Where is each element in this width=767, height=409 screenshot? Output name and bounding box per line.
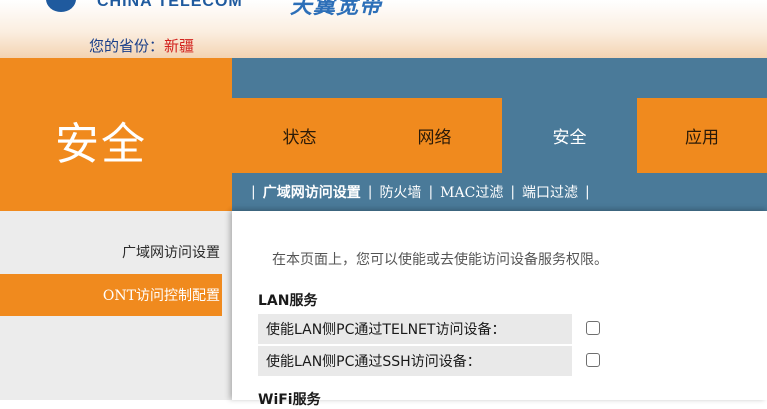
tab-label: 状态 — [282, 128, 317, 148]
tab-label: 安全 — [552, 128, 587, 148]
brand-name-chinese: 天翼宽带 — [290, 0, 383, 19]
telnet-option-label: 使能LAN侧PC通过TELNET访问设备： — [258, 314, 572, 344]
sub-navigation: | 广域网访问设置 | 防火墙 | MAC过滤 | 端口过滤 | — [232, 173, 767, 211]
tab-label: 网络 — [417, 128, 452, 148]
tab-label: 应用 — [685, 128, 719, 148]
ssh-option-row: 使能LAN侧PC通过SSH访问设备： — [258, 346, 734, 376]
china-telecom-logo-icon — [46, 0, 76, 12]
nav-top-band — [232, 58, 767, 98]
wifi-service-heading: WiFi服务 — [258, 392, 321, 408]
side-item-wan-access[interactable]: 广域网访问设置 — [0, 231, 222, 273]
tab-security[interactable]: 安全 — [502, 98, 637, 173]
side-item-label: 广域网访问设置 — [122, 245, 220, 261]
subnav-separator: | — [428, 184, 434, 200]
subnav-separator: | — [510, 184, 516, 200]
subnav-wan-access[interactable]: 广域网访问设置 — [263, 182, 361, 202]
subnav-port-filter[interactable]: 端口过滤 — [522, 182, 578, 202]
side-menu: 广域网访问设置 ONT访问控制配置 — [0, 211, 232, 400]
brand-name-english: CHINA TELECOM — [97, 0, 243, 10]
tab-application[interactable]: 应用 — [637, 98, 767, 173]
subnav-mac-filter[interactable]: MAC过滤 — [440, 182, 503, 202]
lan-service-heading: LAN服务 — [258, 293, 318, 309]
content-panel: 在本页面上，您可以使能或去使能访问设备服务权限。 LAN服务 使能LAN侧PC通… — [232, 211, 767, 408]
ssh-option-label: 使能LAN侧PC通过SSH访问设备： — [258, 346, 572, 376]
section-title-block: 安全 — [0, 58, 232, 211]
tab-network[interactable]: 网络 — [367, 98, 502, 173]
province-label: 您的省份： — [89, 37, 165, 55]
active-tab-cap — [502, 96, 637, 102]
province-value: 新疆 — [164, 37, 195, 55]
main-navigation: 状态 网络 安全 应用 | 广域网访问设置 | 防火墙 | MAC过滤 | 端口… — [232, 58, 767, 211]
telnet-enable-checkbox[interactable] — [586, 321, 600, 335]
section-title: 安全 — [55, 119, 147, 170]
ssh-enable-checkbox[interactable] — [586, 353, 600, 367]
telnet-option-row: 使能LAN侧PC通过TELNET访问设备： — [258, 314, 734, 344]
side-item-label: ONT访问控制配置 — [102, 288, 220, 304]
page-description: 在本页面上，您可以使能或去使能访问设备服务权限。 — [272, 252, 608, 268]
side-item-ont-access-control[interactable]: ONT访问控制配置 — [0, 274, 222, 316]
subnav-separator: | — [251, 184, 256, 200]
header-banner: CHINA TELECOM 天翼宽带 您的省份：新疆 — [0, 0, 767, 58]
subnav-firewall[interactable]: 防火墙 — [379, 182, 421, 202]
tab-status[interactable]: 状态 — [232, 98, 367, 173]
subnav-separator: | — [585, 184, 590, 200]
subnav-separator: | — [367, 184, 373, 200]
province-indicator: 您的省份：新疆 — [89, 35, 194, 56]
